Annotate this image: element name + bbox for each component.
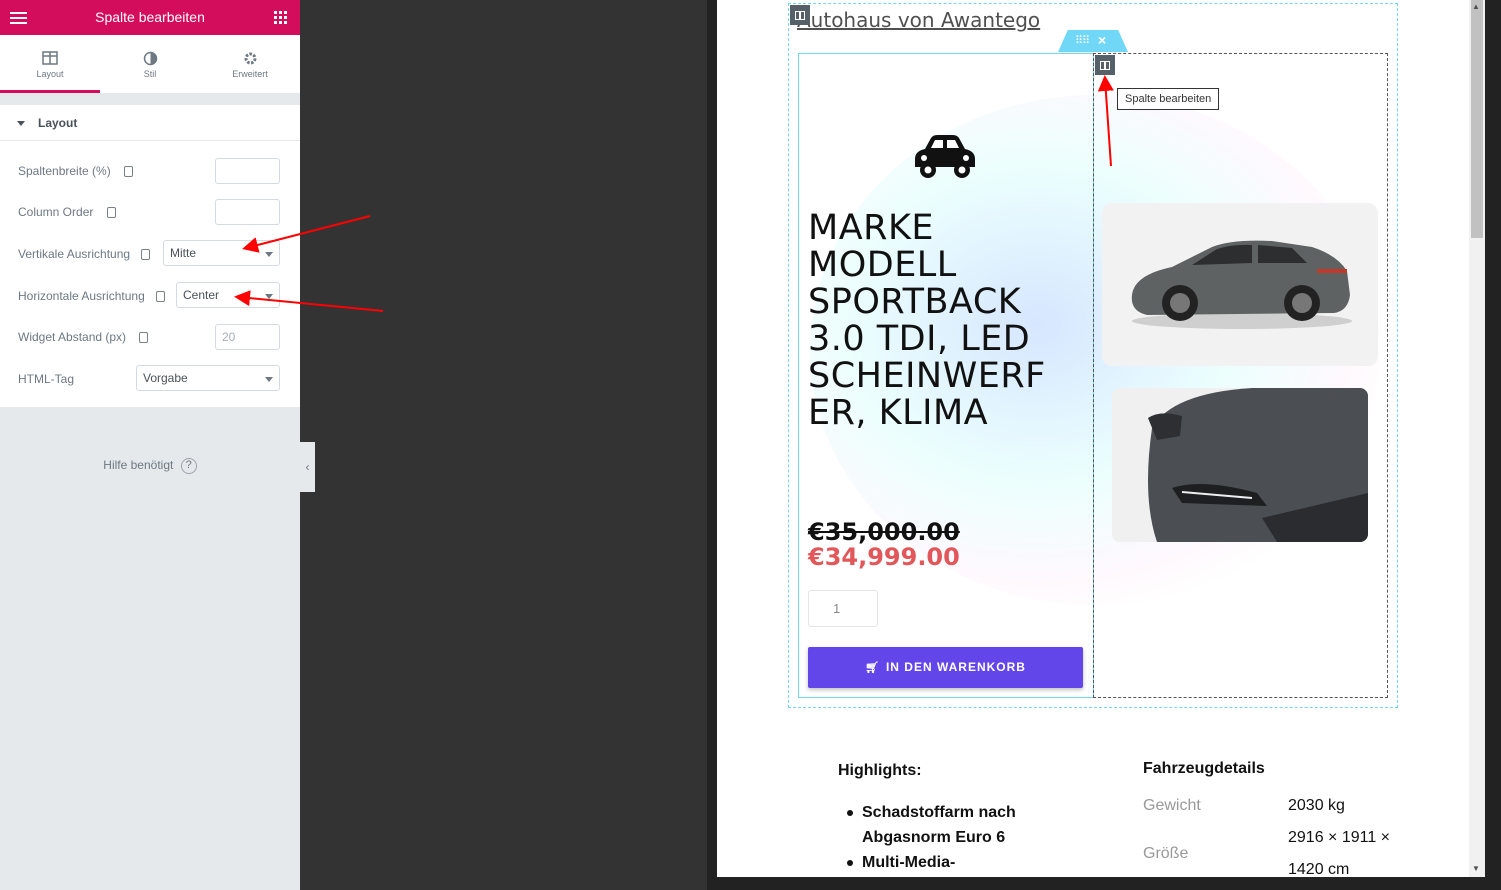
- arrow-edit-column: [1097, 75, 1114, 167]
- annotation-arrows: [234, 75, 1114, 312]
- arrow-vertical-align: [242, 215, 371, 253]
- arrow-horizontal-align: [234, 290, 384, 312]
